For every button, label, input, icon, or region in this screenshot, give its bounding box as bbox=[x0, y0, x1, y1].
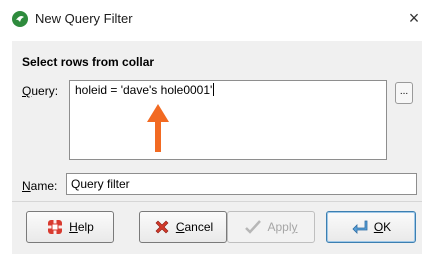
query-builder-button[interactable]: ... bbox=[395, 82, 413, 104]
checkmark-icon bbox=[245, 220, 262, 234]
window-title: New Query Filter bbox=[35, 11, 133, 26]
name-label: Name: bbox=[22, 179, 58, 193]
enter-arrow-icon bbox=[352, 220, 368, 234]
cancel-button[interactable]: Cancel bbox=[139, 211, 227, 243]
title-bar: New Query Filter × bbox=[0, 0, 422, 38]
divider bbox=[12, 201, 422, 202]
new-query-filter-dialog: New Query Filter × Select rows from coll… bbox=[0, 0, 422, 254]
apply-button[interactable]: Apply bbox=[227, 211, 315, 243]
close-icon[interactable]: × bbox=[406, 6, 422, 30]
query-label: Query: bbox=[22, 84, 59, 98]
query-input[interactable]: holeid = 'dave's hole0001' bbox=[69, 80, 387, 160]
help-button[interactable]: Help bbox=[26, 211, 114, 243]
annotation-arrow-icon bbox=[147, 104, 169, 152]
ok-button[interactable]: OK bbox=[326, 211, 416, 243]
section-title: Select rows from collar bbox=[22, 55, 155, 69]
app-logo-icon bbox=[12, 11, 28, 27]
name-field[interactable]: Query filter bbox=[66, 173, 417, 195]
red-x-icon bbox=[155, 220, 169, 234]
dialog-body: Select rows from collar Query: holeid = … bbox=[12, 41, 422, 254]
text-caret bbox=[213, 83, 215, 96]
query-text: holeid = 'dave's hole0001' bbox=[75, 83, 213, 97]
lifebuoy-icon bbox=[48, 220, 63, 234]
